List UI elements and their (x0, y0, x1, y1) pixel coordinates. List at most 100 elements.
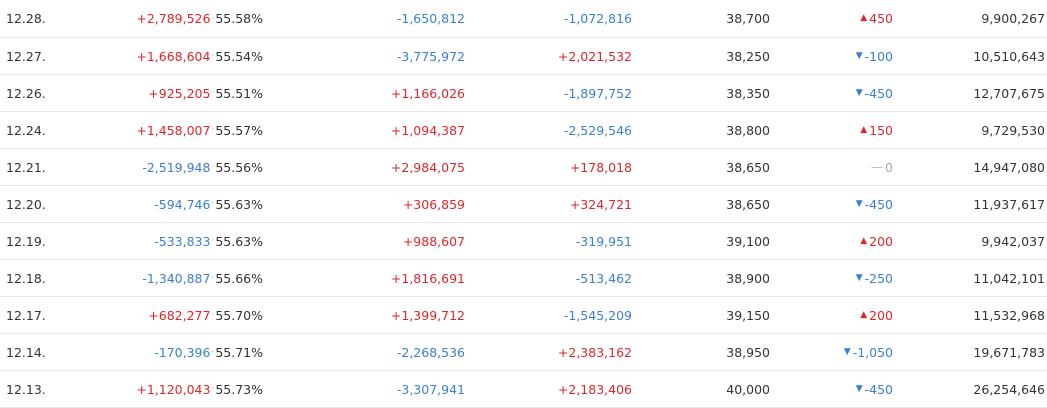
price-change-cell: ▼ -450 (856, 75, 893, 111)
date-cell-value: 12.14. (6, 344, 46, 360)
individual-net-value: +1,668,604 (136, 48, 211, 64)
individual-net-cell: +1,668,604 · 55.54% (136, 38, 263, 74)
institution-net-cell: +2,383,162 (558, 334, 632, 370)
date-cell: 12.27. (6, 38, 46, 74)
table-row[interactable]: 12.24. +1,458,007 · 55.57% +1,094,387 -2,529,… (0, 112, 1047, 149)
institution-net-cell-value: -2,529,546 (563, 122, 632, 138)
triangle-down-icon: ▼ (843, 346, 851, 357)
date-cell: 12.26. (6, 75, 46, 111)
ownership-ratio-value: 55.63% (215, 233, 263, 249)
triangle-up-icon: ▲ (860, 124, 868, 135)
foreign-net-cell: -2,268,536 (397, 334, 465, 370)
date-cell-value: 12.26. (6, 85, 46, 101)
date-cell-value: 12.20. (6, 196, 46, 212)
close-price-cell-value: 40,000 (726, 381, 770, 397)
table-row[interactable]: 12.18. -1,340,887 · 55.66% +1,816,691 -513,46… (0, 260, 1047, 297)
volume-cell: 11,937,617 (973, 186, 1045, 222)
volume-cell: 10,510,643 (973, 38, 1045, 74)
volume-cell-value: 9,900,267 (981, 11, 1045, 26)
date-cell: 12.19. (6, 223, 46, 259)
price-change-cell: ▲ 150 (860, 112, 893, 148)
date-cell-value: 12.18. (6, 270, 46, 286)
dot-separator-icon: · (211, 347, 215, 357)
close-price-cell-value: 38,800 (726, 122, 770, 138)
price-change-cell: ▲ 200 (860, 297, 893, 333)
date-cell-value: 12.21. (6, 159, 46, 175)
price-change-value: -250 (864, 270, 893, 286)
individual-net-value: -533,833 (154, 233, 211, 249)
volume-cell-value: 26,254,646 (973, 381, 1045, 397)
table-row[interactable]: 12.21. -2,519,948 · 55.56% +2,984,075 +178,01… (0, 149, 1047, 186)
date-cell-value: 12.27. (6, 48, 46, 64)
institution-net-cell: -319,951 (576, 223, 632, 259)
volume-cell: 9,942,037 (981, 223, 1045, 259)
foreign-net-cell-value: +306,859 (402, 196, 465, 212)
close-price-cell-value: 39,150 (726, 307, 770, 323)
table-row[interactable]: 12.27. +1,668,604 · 55.54% -3,775,972 +2,021,… (0, 38, 1047, 75)
price-change-cell: ▲ 200 (860, 223, 893, 259)
dash-icon: — (871, 160, 884, 174)
date-cell: 12.21. (6, 149, 46, 185)
foreign-net-cell-value: -3,775,972 (396, 48, 465, 64)
ownership-ratio-value: 55.73% (215, 381, 263, 397)
volume-cell-value: 14,947,080 (973, 159, 1045, 175)
table-row[interactable]: 12.14. -170,396 · 55.71% -2,268,536 +2,383,16… (0, 334, 1047, 371)
ownership-ratio-value: 55.70% (215, 307, 263, 323)
price-change-cell: —0 (871, 149, 893, 185)
individual-net-cell: -533,833 · 55.63% (154, 223, 263, 259)
date-cell-value: 12.17. (6, 307, 46, 323)
individual-net-cell: +1,458,007 · 55.57% (136, 112, 263, 148)
institution-net-cell: -2,529,546 (564, 112, 632, 148)
institution-net-cell: +2,183,406 (558, 371, 632, 407)
triangle-down-icon: ▼ (855, 50, 863, 61)
triangle-down-icon: ▼ (855, 87, 863, 98)
institution-net-cell-value: +2,183,406 (557, 381, 632, 397)
triangle-up-icon: ▲ (860, 309, 868, 320)
close-price-cell-value: 38,250 (726, 48, 770, 64)
price-change-cell: ▼ -450 (856, 371, 893, 407)
dot-separator-icon: · (211, 88, 215, 98)
price-change-value: -1,050 (852, 344, 893, 360)
table-row[interactable]: 12.19. -533,833 · 55.63% +988,607 -319,951 39,… (0, 223, 1047, 260)
close-price-cell-value: 38,350 (726, 85, 770, 101)
date-cell-value: 12.28. (6, 11, 46, 26)
foreign-net-cell: +1,399,712 (391, 297, 465, 333)
institution-net-cell-value: -1,897,752 (563, 85, 632, 101)
date-cell: 12.14. (6, 334, 46, 370)
close-price-cell-value: 38,900 (726, 270, 770, 286)
close-price-cell-value: 38,950 (726, 344, 770, 360)
institution-net-cell-value: -1,545,209 (563, 307, 632, 323)
institution-net-cell-value: +2,021,532 (557, 48, 632, 64)
table-row[interactable]: 12.13. +1,120,043 · 55.73% -3,307,941 +2,183,… (0, 371, 1047, 408)
foreign-net-cell-value: -2,268,536 (396, 344, 465, 360)
price-change-value: -450 (864, 381, 893, 397)
table-row[interactable]: 12.28. +2,789,526 · 55.58% -1,650,812 -1,072,… (0, 0, 1047, 38)
volume-cell-value: 9,942,037 (981, 233, 1045, 249)
close-price-cell-value: 38,650 (726, 159, 770, 175)
foreign-net-cell: -3,307,941 (397, 371, 465, 407)
foreign-net-cell: +306,859 (403, 186, 465, 222)
table-row[interactable]: 12.17. +682,277 · 55.70% +1,399,712 -1,545,20… (0, 297, 1047, 334)
foreign-net-cell-value: +1,166,026 (390, 85, 465, 101)
ownership-ratio-value: 55.51% (215, 85, 263, 101)
table-row[interactable]: 12.20. -594,746 · 55.63% +306,859 +324,721 38,… (0, 186, 1047, 223)
close-price-cell: 39,100 (726, 223, 770, 259)
foreign-net-cell-value: -3,307,941 (396, 381, 465, 397)
close-price-cell: 38,650 (726, 186, 770, 222)
institution-net-cell-value: -319,951 (575, 233, 632, 249)
individual-net-value: -2,519,948 (142, 159, 211, 175)
date-cell: 12.17. (6, 297, 46, 333)
close-price-cell: 38,250 (726, 38, 770, 74)
volume-cell: 19,671,783 (973, 334, 1045, 370)
individual-net-cell: -2,519,948 · 55.56% (142, 149, 263, 185)
individual-net-cell: +925,205 · 55.51% (148, 75, 263, 111)
table-row[interactable]: 12.26. +925,205 · 55.51% +1,166,026 -1,897,75… (0, 75, 1047, 112)
volume-cell-value: 10,510,643 (973, 48, 1045, 64)
volume-cell-value: 11,532,968 (973, 307, 1045, 323)
individual-net-value: +1,458,007 (136, 122, 211, 138)
price-change-value: 200 (869, 307, 893, 323)
price-change-value: 0 (885, 159, 893, 175)
dot-separator-icon: · (211, 199, 215, 209)
individual-net-cell: -170,396 · 55.71% (154, 334, 263, 370)
individual-net-cell: +682,277 · 55.70% (148, 297, 263, 333)
